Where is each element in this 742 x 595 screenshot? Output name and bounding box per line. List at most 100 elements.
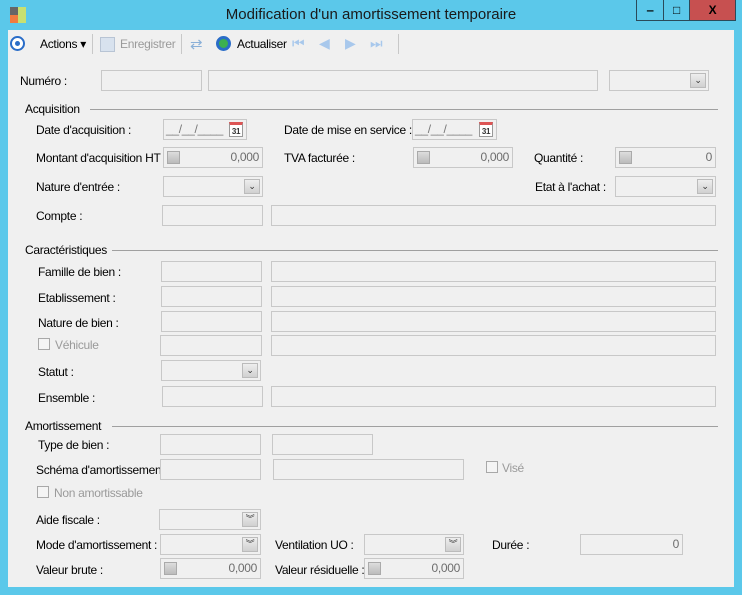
montant-field[interactable]: 0,000 [163,147,263,168]
date-acquisition-label: Date d'acquisition : [36,123,132,137]
numero-combo[interactable]: ⌄ [609,70,709,91]
ensemble-label: Ensemble : [38,391,96,405]
etat-achat-label: Etat à l'achat : [535,180,606,194]
mode-label: Mode d'amortissement : [36,538,158,552]
vise-label: Visé [502,461,524,475]
etablissement-label: Etablissement : [38,291,116,305]
etablissement-code-field[interactable] [161,286,262,307]
sync-icon[interactable]: ⇄ [190,35,203,53]
chevron-down-icon[interactable]: ⌄ [242,363,258,378]
non-amortissable-label: Non amortissable [54,486,143,500]
ensemble-label-field[interactable] [271,386,716,407]
nature-entree-combo[interactable]: ⌄ [163,176,263,197]
vehicule-label-field[interactable] [271,335,716,356]
last-record-icon[interactable]: ⏭ [370,35,383,52]
maximize-button[interactable]: □ [663,0,690,21]
valeur-brute-field[interactable]: 0,000 [160,558,261,579]
double-chevron-down-icon[interactable]: ︾ [242,512,258,527]
separator [181,34,182,54]
numero-label: Numéro : [20,74,67,88]
date-service-field[interactable]: __/__/____ 31 [412,119,497,140]
ventilation-combo[interactable]: ︾ [364,534,464,555]
divider [112,250,718,251]
section-acquisition: Acquisition [25,102,80,116]
nature-bien-code-field[interactable] [161,311,262,332]
schema-label-field[interactable] [273,459,464,480]
close-button[interactable]: X [689,0,736,21]
nature-entree-label: Nature d'entrée : [36,180,120,194]
next-record-icon[interactable]: ▶ [345,35,356,52]
famille-label: Famille de bien : [38,265,121,279]
double-chevron-down-icon[interactable]: ︾ [445,537,461,552]
quantite-field[interactable]: 0 [615,147,716,168]
valeur-residuelle-field[interactable]: 0,000 [364,558,464,579]
checkbox-icon[interactable] [619,151,632,164]
refresh-icon [216,36,231,51]
aide-fiscale-label: Aide fiscale : [36,513,100,527]
calendar-icon[interactable]: 31 [229,122,243,137]
type-bien-label-field[interactable] [272,434,373,455]
etablissement-label-field[interactable] [271,286,716,307]
checkbox-icon[interactable] [164,562,177,575]
valeur-residuelle-label: Valeur résiduelle : [275,563,365,577]
statut-label: Statut : [38,365,74,379]
compte-label: Compte : [36,209,83,223]
statut-combo[interactable]: ⌄ [161,360,261,381]
divider [112,426,718,427]
enregistrer-button[interactable]: Enregistrer [120,37,176,51]
vehicule-checkbox[interactable] [38,338,50,350]
checkbox-icon[interactable] [167,151,180,164]
chevron-down-icon[interactable]: ⌄ [690,73,706,88]
famille-label-field[interactable] [271,261,716,282]
actions-menu[interactable]: Actions ▾ [40,37,86,51]
duree-label: Durée : [492,538,530,552]
ventilation-label: Ventilation UO : [275,538,354,552]
tva-label: TVA facturée : [284,151,355,165]
vehicule-label: Véhicule [55,338,99,352]
separator [92,34,93,54]
schema-label: Schéma d'amortissement : [36,463,171,477]
tva-field[interactable]: 0,000 [413,147,513,168]
duree-field[interactable]: 0 [580,534,683,555]
vise-checkbox[interactable] [486,461,498,473]
montant-label: Montant d'acquisition HT : [36,151,167,165]
first-record-icon[interactable]: ⏮ [292,35,305,52]
target-icon[interactable] [10,36,25,51]
section-caracteristiques: Caractéristiques [25,243,107,257]
date-acquisition-field[interactable]: __/__/____ 31 [163,119,247,140]
schema-code-field[interactable] [160,459,261,480]
type-bien-label: Type de bien : [38,438,110,452]
non-amortissable-checkbox[interactable] [37,486,49,498]
checkbox-icon[interactable] [368,562,381,575]
section-amortissement: Amortissement [25,419,102,433]
compte-label-field[interactable] [271,205,716,226]
form-content [8,30,734,587]
mode-combo[interactable]: ︾ [160,534,261,555]
numero-field[interactable] [101,70,202,91]
window-title: Modification d'un amortissement temporai… [225,6,517,23]
valeur-brute-label: Valeur brute : [36,563,103,577]
save-icon [100,37,115,52]
double-chevron-down-icon[interactable]: ︾ [242,537,258,552]
chevron-down-icon[interactable]: ⌄ [244,179,260,194]
aide-fiscale-combo[interactable]: ︾ [159,509,261,530]
ensemble-code-field[interactable] [162,386,263,407]
date-service-label: Date de mise en service : [284,123,412,137]
quantite-label: Quantité : [534,151,584,165]
type-bien-code-field[interactable] [160,434,261,455]
previous-record-icon[interactable]: ◀ [319,35,330,52]
famille-code-field[interactable] [161,261,262,282]
numero-description-field[interactable] [208,70,598,91]
calendar-icon[interactable]: 31 [479,122,493,137]
checkbox-icon[interactable] [417,151,430,164]
divider [90,109,718,110]
etat-achat-combo[interactable]: ⌄ [615,176,716,197]
nature-bien-label-field[interactable] [271,311,716,332]
nature-bien-label: Nature de bien : [38,316,119,330]
compte-code-field[interactable] [162,205,263,226]
title-bar: Modification d'un amortissement temporai… [0,0,742,30]
chevron-down-icon[interactable]: ⌄ [697,179,713,194]
actualiser-button[interactable]: Actualiser [237,37,287,51]
vehicule-code-field[interactable] [160,335,262,356]
minimize-button[interactable]: ‒ [636,0,664,21]
